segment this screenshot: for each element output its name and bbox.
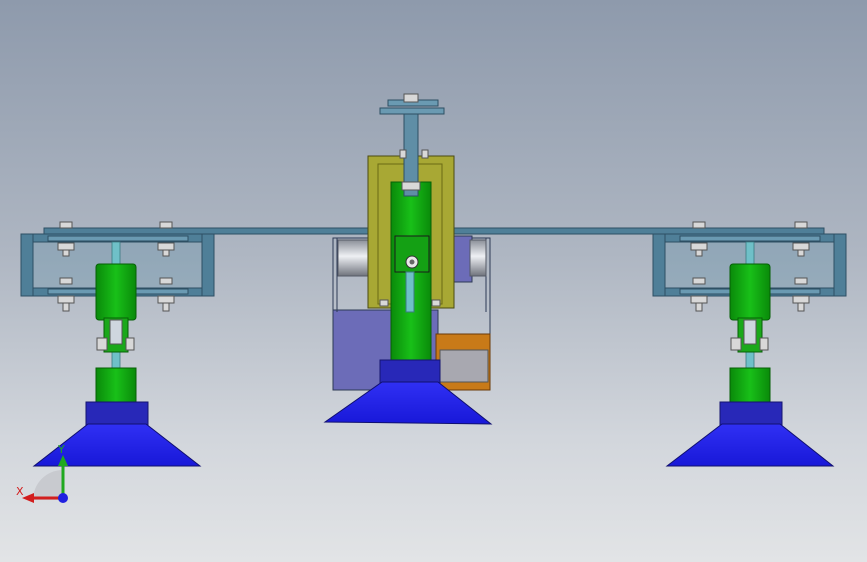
right-upper-cylinder[interactable] [729, 263, 771, 321]
left-cup-base[interactable] [85, 401, 149, 427]
left-upper-cylinder[interactable] [95, 263, 137, 321]
triad-y-label: Y [58, 443, 65, 456]
right-roller[interactable] [469, 239, 487, 277]
left-lower-cylinder[interactable] [95, 367, 137, 407]
center-cup-base[interactable] [379, 359, 441, 385]
assembly-model[interactable] [0, 0, 867, 562]
center-coupling[interactable] [394, 235, 430, 273]
cad-graphics-viewport[interactable]: X Y [0, 0, 867, 562]
triad-quarter-disc [33, 470, 63, 500]
bronze-block[interactable] [435, 333, 491, 391]
left-clevis[interactable] [96, 317, 135, 353]
right-cup-base[interactable] [719, 401, 783, 427]
right-lower-cylinder[interactable] [729, 367, 771, 407]
z-axis-dot [58, 493, 68, 503]
triad-x-label: X [16, 485, 24, 498]
left-suction-unit[interactable] [20, 221, 215, 467]
right-suction-cup[interactable] [665, 423, 835, 467]
right-suction-unit[interactable] [652, 221, 847, 467]
right-clevis[interactable] [730, 317, 769, 353]
center-suction-unit[interactable] [323, 93, 493, 425]
center-guide-rod[interactable] [405, 271, 415, 313]
